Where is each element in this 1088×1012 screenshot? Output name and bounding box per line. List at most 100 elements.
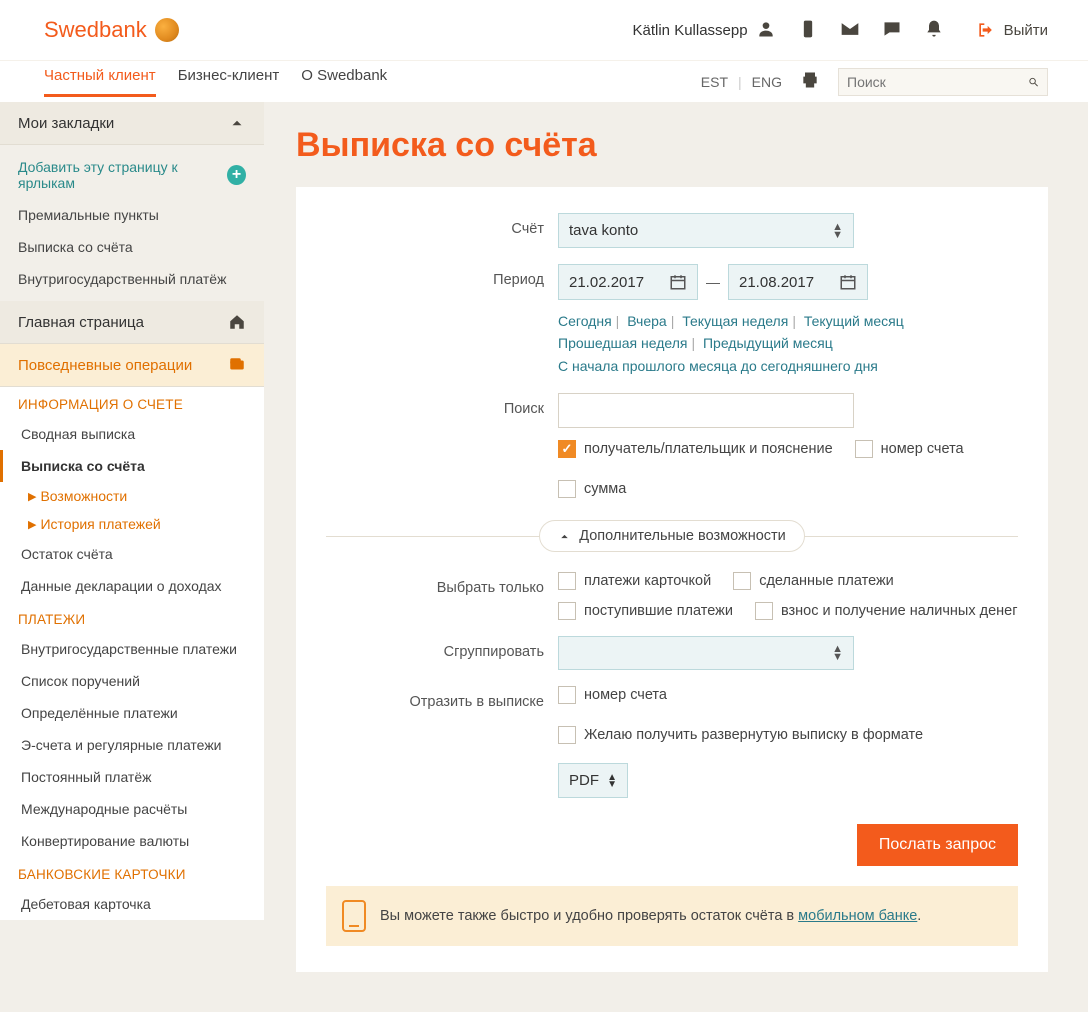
account-select[interactable]: tava konto ▲▼: [558, 213, 854, 248]
page-title: Выписка со счёта: [296, 102, 1048, 187]
chk-reflect-account[interactable]: номер счета: [558, 686, 667, 704]
chk-cash[interactable]: взнос и получение наличных денег: [755, 602, 1018, 620]
expand-additional-options[interactable]: Дополнительные возможности: [539, 520, 805, 552]
group-by-select[interactable]: ▲▼: [558, 636, 854, 670]
sidebar-payment-5[interactable]: Международные расчёты: [0, 793, 264, 825]
search-icon: [1028, 73, 1039, 91]
phone-icon: [342, 900, 366, 932]
checkbox-icon: [755, 602, 773, 620]
chk-card-payments[interactable]: платежи карточкой: [558, 572, 711, 590]
mobile-icon[interactable]: [798, 19, 818, 42]
nav-tabs: Частный клиент Бизнес-клиент О Swedbank: [44, 67, 387, 97]
sidebar-payment-1[interactable]: Список поручений: [0, 665, 264, 697]
select-arrows-icon: ▲▼: [832, 645, 843, 661]
notice-text: Вы можете также быстро и удобно проверят…: [380, 908, 798, 924]
lang-eng[interactable]: ENG: [752, 74, 782, 90]
checkbox-icon: [558, 602, 576, 620]
period-this-month[interactable]: Текущий месяц: [804, 313, 904, 329]
sidebar-item-summary[interactable]: Сводная выписка: [0, 418, 264, 450]
chk-payer-explanation[interactable]: получатель/плательщик и пояснение: [558, 440, 833, 458]
profile-icon[interactable]: [756, 19, 776, 42]
sidebar-home[interactable]: Главная страница: [0, 301, 264, 344]
sidebar: Мои закладки Добавить эту страницу к ярл…: [0, 102, 264, 920]
checkbox-icon: [558, 726, 576, 744]
period-today[interactable]: Сегодня: [558, 313, 612, 329]
sidebar-group-payments: ПЛАТЕЖИ: [0, 602, 264, 633]
sidebar-item-balance[interactable]: Остаток счёта: [0, 538, 264, 570]
chk-made-payments[interactable]: сделанные платежи: [733, 572, 894, 590]
sidebar-payment-2[interactable]: Определённые платежи: [0, 697, 264, 729]
print-icon[interactable]: [800, 70, 820, 93]
period-from-last-month[interactable]: С начала прошлого месяца до сегодняшнего…: [558, 358, 878, 374]
label-reflect: Отразить в выписке: [326, 686, 558, 710]
bell-icon[interactable]: [924, 19, 944, 42]
chevron-up-icon: [228, 114, 246, 132]
period-last-week[interactable]: Прошедшая неделя: [558, 335, 687, 351]
tab-business-client[interactable]: Бизнес-клиент: [178, 67, 280, 97]
chk-extended-format[interactable]: Желаю получить развернутую выписку в фор…: [558, 726, 923, 744]
sidebar-item-statement[interactable]: Выписка со счёта: [0, 450, 264, 482]
chevron-up-icon: [558, 530, 571, 543]
sidebar-payment-0[interactable]: Внутригосударственные платежи: [0, 633, 264, 665]
calendar-icon: [839, 273, 857, 291]
date-to-input[interactable]: 21.08.2017: [728, 264, 868, 300]
label-period: Период: [326, 264, 558, 288]
caret-right-icon: ▶: [28, 490, 36, 503]
tab-about[interactable]: О Swedbank: [301, 67, 387, 97]
chk-received-payments[interactable]: поступившие платежи: [558, 602, 733, 620]
period-last-month[interactable]: Предыдущий месяц: [703, 335, 833, 351]
main-content: Выписка со счёта Счёт tava konto ▲▼ Пери…: [264, 102, 1088, 1012]
logout-label: Выйти: [1004, 22, 1048, 39]
sidebar-payment-6[interactable]: Конвертирование валюты: [0, 825, 264, 857]
lang-est[interactable]: EST: [701, 74, 728, 90]
chat-icon[interactable]: [882, 19, 902, 42]
sidebar-card-0[interactable]: Дебетовая карточка: [0, 888, 264, 920]
select-arrows-icon: ▲▼: [607, 774, 617, 788]
plus-icon: +: [227, 165, 246, 185]
checkbox-icon: [855, 440, 873, 458]
chk-account-no[interactable]: номер счета: [855, 440, 964, 458]
header-nav: Частный клиент Бизнес-клиент О Swedbank …: [0, 60, 1088, 102]
sidebar-bookmarks-title: Мои закладки: [18, 115, 114, 132]
period-this-week[interactable]: Текущая неделя: [682, 313, 788, 329]
checkbox-icon: [733, 572, 751, 590]
sidebar-item-tax[interactable]: Данные декларации о доходах: [0, 570, 264, 602]
period-yesterday[interactable]: Вчера: [627, 313, 667, 329]
format-select[interactable]: PDF ▲▼: [558, 763, 628, 798]
date-from-input[interactable]: 21.02.2017: [558, 264, 698, 300]
label-select-only: Выбрать только: [326, 572, 558, 596]
sidebar-subitem-history[interactable]: ▶История платежей: [0, 510, 264, 538]
submit-button[interactable]: Послать запрос: [857, 824, 1018, 866]
sidebar-daily-ops[interactable]: Повседневные операции: [0, 344, 264, 387]
wallet-icon: [228, 356, 246, 374]
brand-name: Swedbank: [44, 17, 147, 43]
chk-amount[interactable]: сумма: [558, 480, 626, 498]
logout-link[interactable]: Выйти: [976, 20, 1048, 40]
search-field[interactable]: [558, 393, 854, 428]
sidebar-group-account: ИНФОРМАЦИЯ О СЧЕТЕ: [0, 387, 264, 418]
sidebar-payment-4[interactable]: Постоянный платёж: [0, 761, 264, 793]
mobile-bank-link[interactable]: мобильном банке: [798, 908, 917, 924]
checkbox-icon: [558, 686, 576, 704]
sidebar-bookmark-0[interactable]: Премиальные пункты: [0, 199, 264, 231]
mail-icon[interactable]: [840, 19, 860, 42]
language-switcher: EST | ENG: [701, 74, 782, 90]
sidebar-payment-3[interactable]: Э-счета и регулярные платежи: [0, 729, 264, 761]
account-value: tava konto: [569, 222, 638, 239]
sidebar-bookmarks-header[interactable]: Мои закладки: [0, 102, 264, 145]
sidebar-bookmark-1[interactable]: Выписка со счёта: [0, 231, 264, 263]
user-name: Kätlin Kullassepp: [633, 22, 748, 39]
expand-bar: Дополнительные возможности: [326, 520, 1018, 552]
tab-private-client[interactable]: Частный клиент: [44, 67, 156, 97]
sidebar-subitem-options[interactable]: ▶Возможности: [0, 482, 264, 510]
global-search[interactable]: [838, 68, 1048, 96]
checkbox-checked-icon: [558, 440, 576, 458]
checkbox-icon: [558, 480, 576, 498]
mobile-bank-notice: Вы можете также быстро и удобно проверят…: [326, 886, 1018, 946]
calendar-icon: [669, 273, 687, 291]
brand-link[interactable]: Swedbank: [44, 17, 179, 43]
statement-form-panel: Счёт tava konto ▲▼ Период 21.02.2017: [296, 187, 1048, 972]
sidebar-add-bookmark[interactable]: Добавить эту страницу к ярлыкам +: [0, 151, 264, 199]
search-input[interactable]: [847, 74, 1028, 90]
sidebar-bookmark-2[interactable]: Внутригосударственный платёж: [0, 263, 264, 295]
